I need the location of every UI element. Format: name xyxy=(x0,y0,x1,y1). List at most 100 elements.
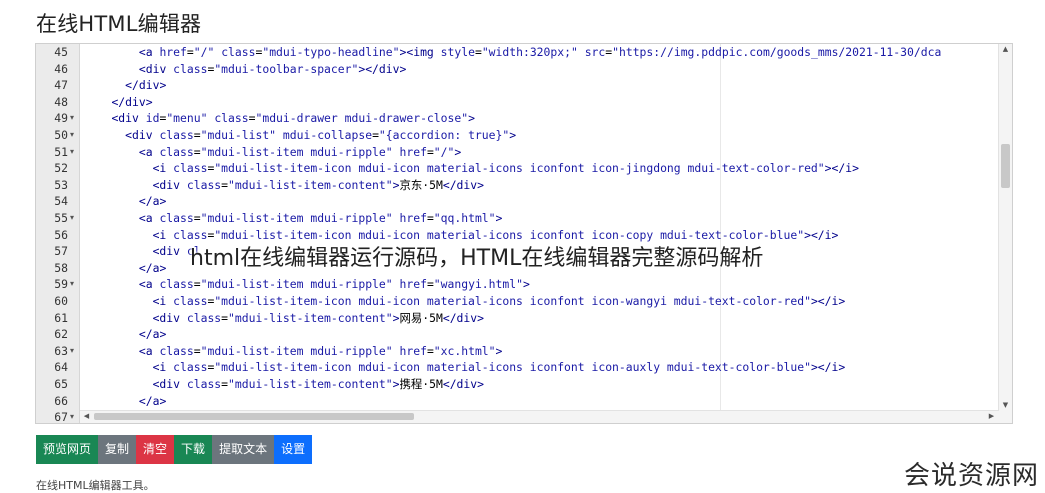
code-token: = xyxy=(221,310,229,325)
code-line[interactable]: <a class="mdui-list-item mdui-ripple" hr… xyxy=(84,210,503,227)
line-number: 59 xyxy=(54,277,68,292)
code-line[interactable]: <a href="/" class="mdui-typo-headline"><… xyxy=(84,44,941,61)
code-line[interactable]: <div class="mdui-list-item-content">京东·5… xyxy=(84,177,484,194)
code-line[interactable]: </a> xyxy=(84,326,166,343)
scroll-up-icon[interactable]: ▲ xyxy=(1001,45,1010,54)
code-token: > xyxy=(509,128,517,142)
code-token: "mdui-list-item-icon mdui-icon material-… xyxy=(214,294,811,308)
code-token: <a xyxy=(138,45,160,59)
code-token: ></i> xyxy=(824,161,859,176)
code-line[interactable]: <div class="mdui-toolbar-spacer"></div> xyxy=(84,61,406,78)
code-token: </div> xyxy=(442,377,484,391)
code-token: = xyxy=(221,377,229,391)
code-line[interactable]: <a class="mdui-list-item mdui-ripple" hr… xyxy=(84,276,530,293)
copy-button[interactable]: 复制 xyxy=(98,435,137,464)
code-token: </a> xyxy=(138,260,167,275)
code-line[interactable]: <a class="mdui-list-item mdui-ripple" hr… xyxy=(84,144,461,161)
code-token: <i xyxy=(152,161,174,176)
code-line[interactable]: </a> xyxy=(84,393,166,410)
code-token: ></i> xyxy=(810,360,846,375)
code-line[interactable]: <div cl xyxy=(84,243,201,260)
code-line[interactable]: </a> xyxy=(84,260,166,277)
code-content[interactable]: <a href="/" class="mdui-typo-headline"><… xyxy=(80,44,998,411)
code-token: "menu" xyxy=(166,111,208,126)
page-title: 在线HTML编辑器 xyxy=(36,12,202,36)
horizontal-scroll-thumb[interactable] xyxy=(94,413,414,420)
line-number: 45 xyxy=(54,45,68,59)
code-token: </div> xyxy=(442,310,484,325)
code-line[interactable]: <div class="mdui-list-item-content">网易·5… xyxy=(84,310,484,327)
code-line[interactable]: <div class="mdui-list" mdui-collapse="{a… xyxy=(84,127,516,144)
preview-button[interactable]: 预览网页 xyxy=(36,435,99,464)
code-token: = xyxy=(426,277,434,292)
fold-arrow-icon[interactable]: ▾ xyxy=(70,409,78,423)
code-editor[interactable]: 45 46 47 48 49 ▾ 50 ▾ 51 ▾ 52 53 54 55 ▾ 56 57 58 59 ▾ 60 61 6… xyxy=(35,43,1013,424)
overlay-caption: html在线编辑器运行源码，HTML在线编辑器完整源码解析 xyxy=(190,246,764,271)
code-line[interactable]: <a class="mdui-list-item mdui-ripple" hr… xyxy=(84,343,503,360)
code-token: = xyxy=(193,277,201,292)
code-token: 携程·5M xyxy=(399,377,443,391)
code-token: class xyxy=(173,360,208,375)
line-number: 54 xyxy=(54,194,68,209)
code-token: "mdui-list-item mdui-ripple" xyxy=(200,144,393,159)
fold-arrow-icon[interactable]: ▾ xyxy=(70,144,78,161)
scroll-right-icon[interactable]: ▶ xyxy=(987,412,996,421)
scroll-down-icon[interactable]: ▼ xyxy=(1001,401,1010,410)
fold-arrow-icon[interactable]: ▾ xyxy=(70,127,78,144)
code-token: > xyxy=(495,343,503,358)
code-token: href xyxy=(399,211,427,225)
fold-arrow-icon[interactable]: ▾ xyxy=(70,343,78,360)
code-line[interactable]: </div> xyxy=(84,94,153,111)
code-line[interactable]: <div id="menu" class="mdui-drawer mdui-d… xyxy=(84,110,475,127)
clear-button[interactable]: 清空 xyxy=(136,435,175,464)
code-token: </div> xyxy=(111,94,153,109)
code-token: "wangyi.html" xyxy=(433,277,523,292)
code-token: <div xyxy=(152,177,187,192)
vertical-scrollbar[interactable]: ▲ ▼ xyxy=(998,44,1012,411)
extract-text-button[interactable]: 提取文本 xyxy=(212,435,275,464)
code-token: = xyxy=(426,144,434,159)
watermark-text: 会说资源网 xyxy=(903,461,1039,491)
code-token: "{accordion: true}" xyxy=(378,128,510,142)
scroll-left-icon[interactable]: ◀ xyxy=(82,412,91,421)
horizontal-scrollbar[interactable]: ◀ ▶ xyxy=(80,410,998,423)
fold-arrow-icon[interactable]: ▾ xyxy=(70,110,78,127)
code-line[interactable]: <i class="mdui-list-item-icon mdui-icon … xyxy=(84,293,846,310)
code-token: = xyxy=(193,128,201,142)
code-token: </div> xyxy=(442,177,484,192)
code-token: 京东·5M xyxy=(399,177,443,192)
code-token: "mdui-drawer mdui-drawer-close" xyxy=(255,111,469,126)
code-token: class xyxy=(186,177,222,192)
line-number: 63 xyxy=(54,343,68,358)
fold-arrow-icon[interactable]: ▾ xyxy=(70,276,78,293)
code-line[interactable]: <i class="mdui-list-item-icon mdui-icon … xyxy=(84,359,846,376)
code-line[interactable]: <i class="mdui-list-item-icon mdui-icon … xyxy=(84,160,859,177)
code-line[interactable]: </div> xyxy=(84,77,166,94)
code-line[interactable]: </a> xyxy=(84,193,166,210)
vertical-scroll-thumb[interactable] xyxy=(1001,144,1010,188)
line-number: 55 xyxy=(54,211,68,225)
code-token: "mdui-list-item mdui-ripple" xyxy=(200,277,393,292)
fold-arrow-icon[interactable]: ▾ xyxy=(70,210,78,227)
code-token: </a> xyxy=(138,393,167,408)
download-button[interactable]: 下载 xyxy=(174,435,213,464)
code-token: "/" xyxy=(433,144,455,159)
line-number: 66 xyxy=(54,393,68,408)
line-number: 64 xyxy=(54,360,68,375)
code-line[interactable]: <div class="mdui-list-item-content">携程·5… xyxy=(84,376,484,393)
settings-button[interactable]: 设置 xyxy=(274,435,313,464)
